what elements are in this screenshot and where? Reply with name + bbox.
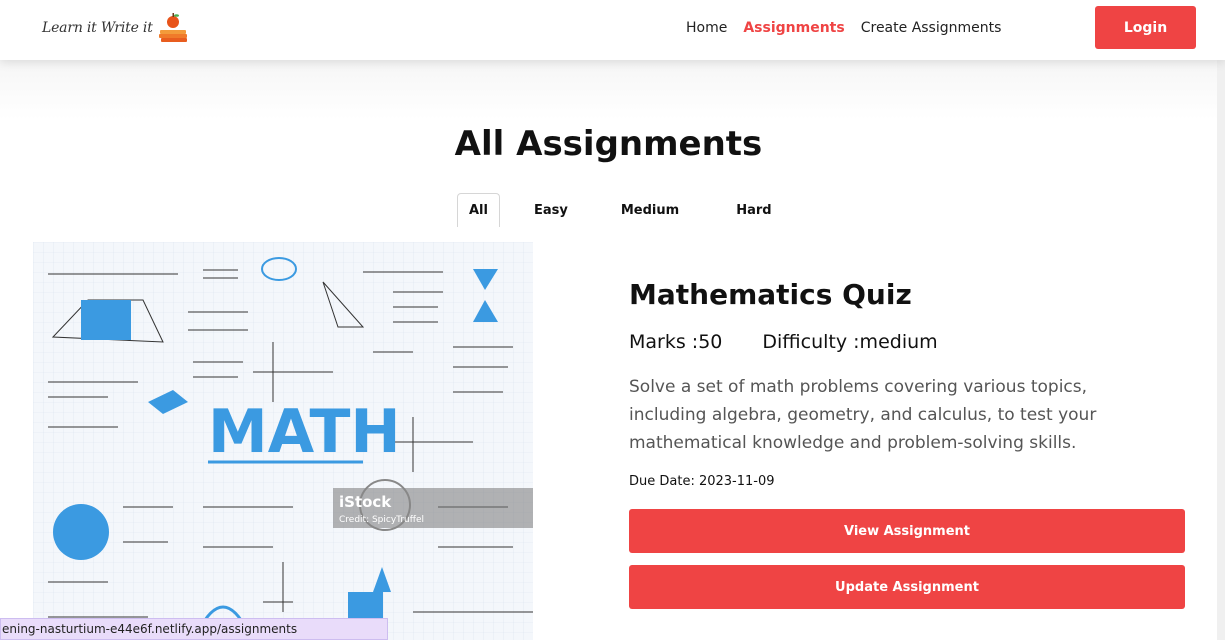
watermark-text: iStock [339,493,392,511]
logo-text: Learn it Write it [42,20,153,36]
page-scrollbar[interactable] [1217,60,1225,640]
assignment-description: Solve a set of math problems covering va… [629,377,1097,453]
assignment-title: Mathematics Quiz [629,278,912,311]
browser-status-url: ening-nasturtium-e44e6f.netlify.app/assi… [0,618,388,640]
nav-create-assignments[interactable]: Create Assignments [861,20,1002,36]
math-illustration: MATH iStock Credit: SpicyTruffel [33,242,533,640]
assignment-marks: Marks :50 [629,331,723,353]
tab-easy[interactable]: Easy [523,193,579,227]
view-assignment-button[interactable]: View Assignment [629,509,1185,553]
site-header: Learn it Write it Home Assignments Creat… [0,0,1225,60]
assignment-meta: Marks :50 Difficulty :medium [629,331,938,353]
tab-all[interactable]: All [457,193,500,227]
main-nav: Home Assignments Create Assignments [686,20,1017,36]
tab-medium[interactable]: Medium [610,193,690,227]
logo[interactable]: Learn it Write it [42,12,189,44]
watermark-credit: Credit: SpicyTruffel [339,515,424,525]
assignment-thumbnail: MATH iStock Credit: SpicyTruffel [33,242,533,640]
assignment-difficulty: Difficulty :medium [762,331,938,353]
header-shadow-band [0,60,1225,120]
difficulty-tabs: All Easy Medium Hard [457,193,783,227]
nav-assignments[interactable]: Assignments [743,20,844,36]
tab-hard[interactable]: Hard [725,193,782,227]
assignment-due-date: Due Date: 2023-11-09 [629,474,775,489]
math-headline: MATH [208,397,401,467]
nav-home[interactable]: Home [686,20,727,36]
update-assignment-button[interactable]: Update Assignment [629,565,1185,609]
books-apple-icon [158,13,187,42]
page-title: All Assignments [454,124,763,164]
login-button[interactable]: Login [1095,6,1196,49]
